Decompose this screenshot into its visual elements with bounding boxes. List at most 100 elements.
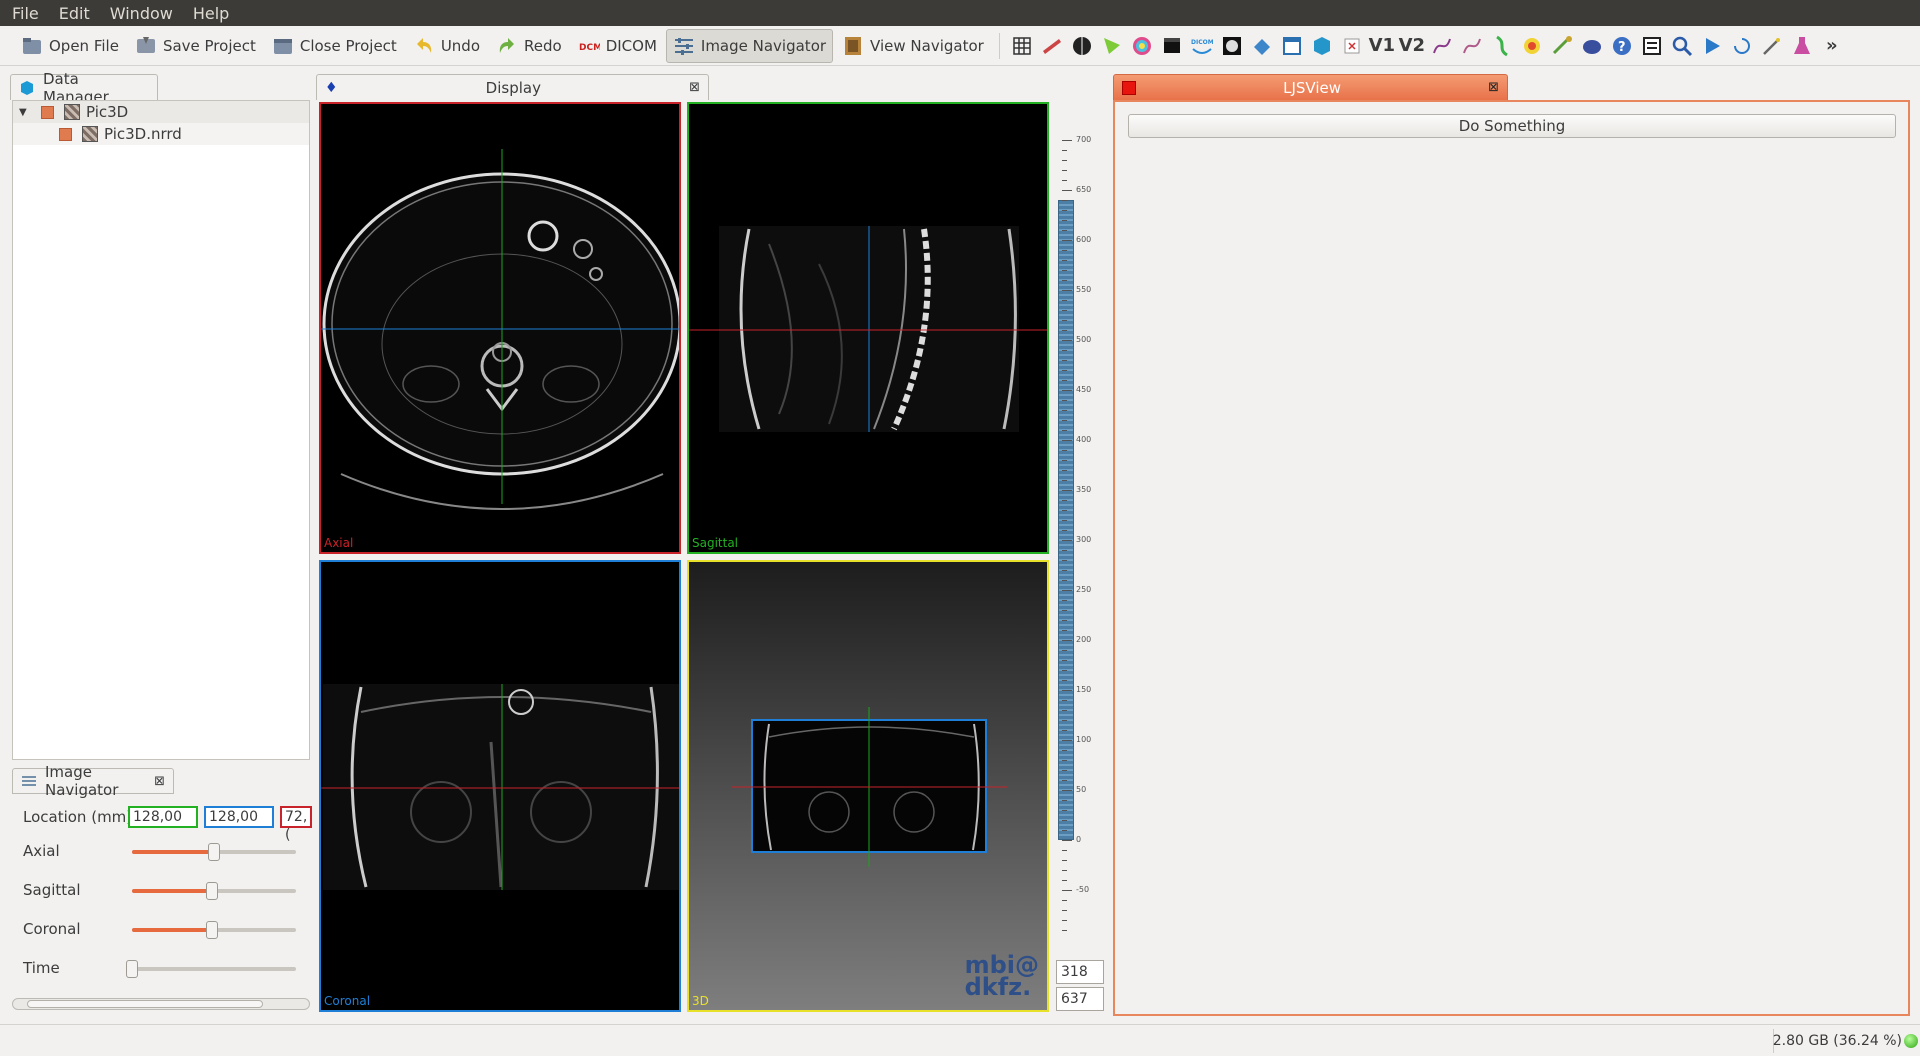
tab-display[interactable]: ♦ Display ⊠ (316, 74, 709, 100)
tab-image-navigator[interactable]: Image Navigator ⊠ (12, 763, 174, 799)
ruler-minor-tick (1062, 250, 1067, 251)
window-icon[interactable] (1278, 32, 1306, 60)
fiber2-icon[interactable] (1458, 32, 1486, 60)
contrast-icon[interactable] (1218, 32, 1246, 60)
ljsview-title: LJSView (1283, 78, 1341, 97)
registration-icon[interactable] (1548, 32, 1576, 60)
level-window-lower-input[interactable]: 637 (1056, 987, 1104, 1011)
do-something-button[interactable]: Do Something (1128, 114, 1896, 138)
undo-icon (413, 35, 435, 57)
menu-help[interactable]: Help (193, 4, 229, 23)
ruler-tick-label: 450 (1076, 385, 1092, 394)
menu-edit[interactable]: Edit (59, 4, 90, 23)
ruler-icon[interactable] (1038, 32, 1066, 60)
ruler-tick-label: 650 (1076, 185, 1092, 194)
coronal-slider[interactable] (132, 921, 296, 939)
ruler-minor-tick (1062, 870, 1067, 871)
tree-node-pic3d[interactable]: ▼ Pic3D (13, 101, 309, 123)
segmentation-icon[interactable] (1098, 32, 1126, 60)
close-project-button[interactable]: Close Project (265, 29, 404, 63)
scrollbar-thumb[interactable] (27, 1000, 263, 1008)
ruler-tick (1062, 890, 1072, 891)
play-icon[interactable] (1698, 32, 1726, 60)
close-icon[interactable]: ⊠ (154, 774, 165, 789)
ruler-minor-tick (1062, 410, 1067, 411)
sagittal-view[interactable]: Sagittal (687, 102, 1049, 554)
ruler-minor-tick (1062, 830, 1067, 831)
wand-icon[interactable] (1758, 32, 1786, 60)
dicom-icon: DCM (578, 35, 600, 57)
sliders-icon (673, 35, 695, 57)
three-d-view[interactable]: mbi@ dkfz. 3D (687, 560, 1049, 1012)
dicom-network-icon[interactable]: DICOM (1188, 32, 1216, 60)
location-x-input[interactable]: 128,00 (128, 806, 198, 828)
axial-view[interactable]: Axial (319, 102, 681, 554)
image-navigator-button[interactable]: Image Navigator (665, 28, 834, 63)
axial-slider[interactable] (132, 843, 296, 861)
location-y-input[interactable]: 128,00 (204, 806, 274, 828)
ruler-minor-tick (1062, 200, 1067, 201)
level-window-upper-input[interactable]: 318 (1056, 960, 1104, 984)
ruler-minor-tick (1062, 760, 1067, 761)
ruler-minor-tick (1062, 920, 1067, 921)
time-slider[interactable] (126, 960, 296, 978)
dicom-button[interactable]: DCM DICOM (571, 29, 664, 63)
info-list-icon[interactable] (1638, 32, 1666, 60)
visibility-checkbox[interactable] (59, 127, 72, 141)
expand-arrow-icon[interactable]: ▼ (19, 107, 31, 118)
open-file-button[interactable]: Open File (14, 29, 126, 63)
coronal-view[interactable]: Coronal (319, 560, 681, 1012)
fiber-icon[interactable] (1428, 32, 1456, 60)
refresh-icon[interactable] (1728, 32, 1756, 60)
close-box-icon[interactable] (1338, 32, 1366, 60)
dna-icon[interactable] (1488, 32, 1516, 60)
ruler-minor-tick (1062, 750, 1067, 751)
connectome-icon[interactable] (1578, 32, 1606, 60)
logo-line-2: dkfz. (964, 973, 1032, 1001)
ruler-minor-tick (1062, 620, 1067, 621)
view-navigator-button[interactable]: View Navigator (835, 29, 991, 63)
ruler-minor-tick (1062, 170, 1067, 171)
ruler-minor-tick (1062, 820, 1067, 821)
undo-button[interactable]: Undo (406, 29, 487, 63)
brain-icon[interactable] (1068, 32, 1096, 60)
ruler-tick (1062, 490, 1072, 491)
transform-icon[interactable] (1248, 32, 1276, 60)
clapper-icon[interactable] (1158, 32, 1186, 60)
menu-file[interactable]: File (12, 4, 39, 23)
ljsview-red-square-icon (1122, 80, 1136, 95)
toolbar-overflow-icon[interactable]: » (1818, 32, 1846, 60)
location-z-input[interactable]: 72,( (280, 806, 312, 843)
ruler-tick-label: 50 (1076, 785, 1087, 794)
redo-button[interactable]: Redo (489, 29, 569, 63)
color-wheel-icon[interactable] (1128, 32, 1156, 60)
sagittal-slider[interactable] (132, 882, 296, 900)
tree-node-pic3d-nrrd[interactable]: Pic3D.nrrd (13, 123, 309, 145)
ruler-minor-tick (1062, 470, 1067, 471)
ruler-minor-tick (1062, 930, 1067, 931)
tab-data-manager[interactable]: Data Manager (10, 70, 158, 106)
cube-icon[interactable] (1308, 32, 1336, 60)
close-icon[interactable]: ⊠ (1488, 80, 1499, 95)
ruler-tick (1062, 290, 1072, 291)
menu-window[interactable]: Window (110, 4, 173, 23)
visibility-checkbox[interactable] (41, 105, 54, 119)
v2-icon[interactable]: V2 (1398, 32, 1426, 60)
horizontal-scrollbar[interactable] (12, 998, 310, 1010)
tab-ljsview[interactable]: LJSView ⊠ (1113, 74, 1508, 100)
grid-measure-icon[interactable] (1008, 32, 1036, 60)
sagittal-image (689, 226, 1047, 432)
data-manager-tree[interactable]: ▼ Pic3D Pic3D.nrrd (12, 100, 310, 760)
help-icon[interactable]: ? (1608, 32, 1636, 60)
tree-node-label: Pic3D.nrrd (104, 125, 182, 143)
ruler-minor-tick (1062, 420, 1067, 421)
ruler-tick-label: 0 (1076, 835, 1082, 844)
heatmap-icon[interactable] (1518, 32, 1546, 60)
ruler-minor-tick (1062, 520, 1067, 521)
search-icon[interactable] (1668, 32, 1696, 60)
v1-icon[interactable]: V1 (1368, 32, 1396, 60)
flask-icon[interactable] (1788, 32, 1816, 60)
ruler-tick-label: 100 (1076, 735, 1092, 744)
close-icon[interactable]: ⊠ (689, 80, 700, 95)
save-project-button[interactable]: Save Project (128, 29, 263, 63)
